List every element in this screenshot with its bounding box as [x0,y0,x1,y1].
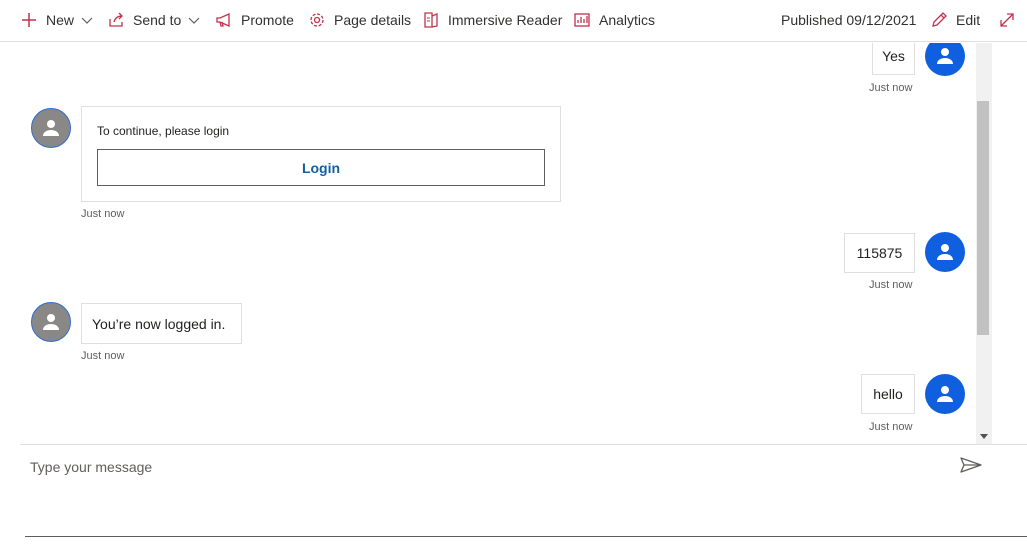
message-text: You’re now logged in. [92,315,226,332]
message-text: hello [873,386,903,402]
user-avatar [925,43,965,76]
immersive-reader-label: Immersive Reader [448,12,563,28]
published-status: Published 09/12/2021 [781,0,916,40]
person-icon [937,244,953,260]
message-text: 115875 [856,245,903,261]
message-timestamp: Just now [869,279,913,291]
bot-avatar [31,108,71,148]
new-button[interactable]: New [20,0,93,40]
chat-transcript[interactable]: Yes Just now To continue, please login L… [20,43,992,444]
edit-label: Edit [956,12,981,28]
send-button[interactable] [958,455,984,475]
send-to-label: Send to [133,12,182,28]
message-timestamp: Just now [81,208,125,220]
user-message-bubble: Yes [872,43,915,75]
chevron-down-icon [81,17,93,24]
composer-underline [25,536,1027,537]
chat-scrollbar[interactable] [976,43,992,444]
login-prompt-text: To continue, please login [97,124,230,138]
person-icon [43,314,59,330]
edit-button[interactable]: Edit [930,0,980,40]
bot-avatar [31,302,71,342]
scrollbar-thumb[interactable] [977,101,989,335]
promote-button[interactable]: Promote [215,0,294,40]
plus-icon [22,13,36,27]
published-label: Published 09/12/2021 [781,12,917,28]
message-composer [20,444,1027,540]
analytics-button[interactable]: Analytics [573,0,655,40]
user-message-bubble: hello [861,374,915,414]
login-button[interactable]: Login [97,149,545,186]
chevron-down-icon [188,17,200,24]
immersive-reader-icon [424,12,438,28]
analytics-icon [574,13,590,27]
promote-label: Promote [241,12,294,28]
user-avatar [925,232,965,272]
analytics-label: Analytics [599,12,656,28]
person-icon [937,48,953,64]
page-details-button[interactable]: Page details [308,0,411,40]
scroll-down-arrow-icon[interactable] [980,434,988,439]
person-icon [937,386,953,402]
immersive-reader-button[interactable]: Immersive Reader [422,0,562,40]
user-message-bubble: 115875 [844,233,915,273]
share-icon [109,12,123,27]
gear-icon [310,13,324,27]
pencil-icon [932,12,947,27]
new-label: New [46,12,75,28]
expand-button[interactable] [998,0,1024,40]
message-timestamp: Just now [81,350,125,362]
user-avatar [925,374,965,414]
login-card: To continue, please login Login [81,106,561,202]
message-timestamp: Just now [869,421,913,433]
message-timestamp: Just now [869,82,913,94]
message-input[interactable] [30,455,930,479]
megaphone-icon [216,12,230,28]
page-details-label: Page details [334,12,412,28]
send-icon [960,457,982,473]
person-icon [43,120,59,136]
expand-icon [1000,13,1014,27]
bot-message-bubble: You’re now logged in. [81,303,242,344]
command-bar: New Send to Promote Page details Immersi… [0,0,1027,42]
message-text: Yes [882,48,905,64]
send-to-button[interactable]: Send to [107,0,200,40]
